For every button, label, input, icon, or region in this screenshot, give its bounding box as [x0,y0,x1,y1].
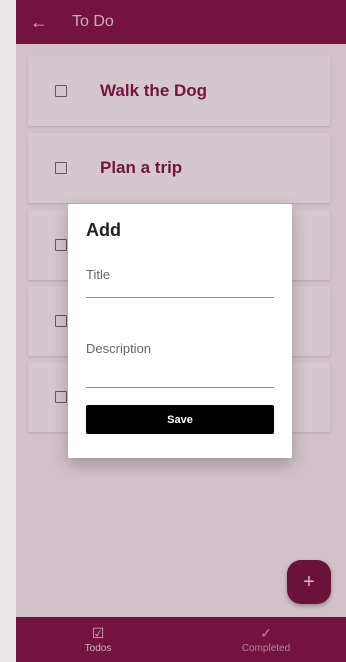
title-field[interactable] [86,258,274,298]
title-input[interactable] [86,258,274,290]
add-dialog: Add Save [68,204,292,458]
save-button[interactable]: Save [86,405,274,434]
add-todo-button[interactable]: + [287,560,331,604]
description-input[interactable] [86,328,274,368]
description-field[interactable] [86,328,274,388]
plus-icon: + [303,570,315,593]
dialog-title: Add [86,220,121,240]
